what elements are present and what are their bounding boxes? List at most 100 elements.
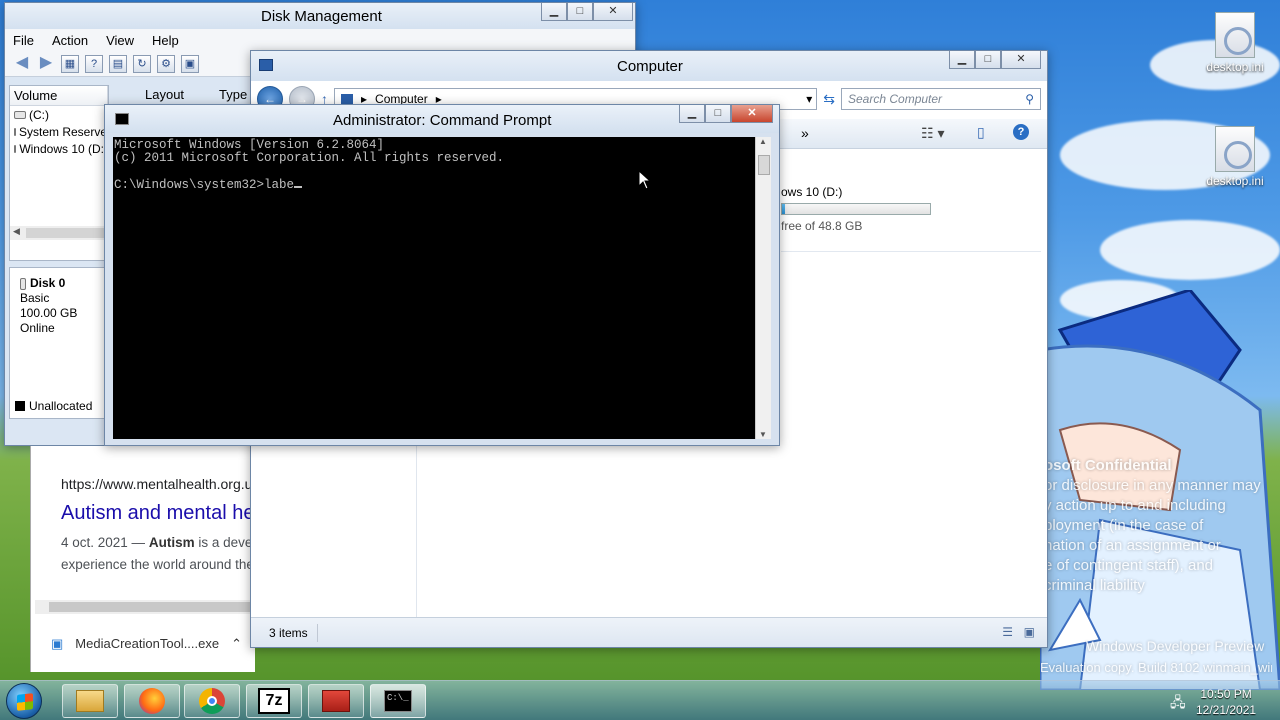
- scroll-down-icon[interactable]: ▼: [759, 430, 767, 439]
- column-header-volume[interactable]: Volume: [10, 86, 108, 105]
- refresh-icon[interactable]: ⇆: [823, 91, 835, 108]
- taskbar-7zip[interactable]: 7z: [246, 684, 302, 718]
- folder-icon: [76, 690, 104, 712]
- menu-view[interactable]: View: [106, 33, 134, 48]
- desktop-file-label: desktop.ini: [1206, 174, 1264, 188]
- menu-file[interactable]: File: [13, 33, 34, 48]
- computer-icon: [259, 59, 273, 71]
- vertical-scrollbar[interactable]: ▲ ▼: [755, 137, 771, 439]
- command-prompt-window[interactable]: Administrator: Command Prompt ▁ □ ✕ Micr…: [104, 104, 780, 446]
- preview-pane-icon[interactable]: ▯: [977, 124, 985, 141]
- legend: Unallocated: [15, 399, 92, 413]
- result-url[interactable]: https://www.mentalhealth.org.uk: [61, 476, 255, 492]
- drive-item[interactable]: ows 10 (D:) free of 48.8 GB: [781, 185, 1041, 233]
- network-icon[interactable]: 🖧: [1170, 692, 1186, 716]
- window-title: Disk Management: [261, 8, 382, 25]
- horizontal-scrollbar[interactable]: ◀: [10, 226, 108, 240]
- refresh-icon[interactable]: ↻: [133, 54, 151, 73]
- drive-usage-fill: [782, 204, 785, 214]
- window-title: Computer: [617, 58, 683, 75]
- browser-scrollbar[interactable]: [35, 600, 255, 614]
- taskbar-explorer[interactable]: [62, 684, 118, 718]
- group-divider: [781, 251, 1041, 252]
- taskbar: 7z C:\_ 🖧 10:50 PM 12/21/2021: [0, 680, 1280, 720]
- drive-icon: [14, 144, 17, 153]
- taskbar-firefox[interactable]: [124, 684, 180, 718]
- disk-info[interactable]: Disk 0 Basic 100.00 GB Online: [10, 268, 108, 336]
- watermark-line: Windows Developer Preview: [1086, 638, 1265, 654]
- minimize-button[interactable]: ▁: [679, 105, 705, 123]
- desktop-file-icon[interactable]: desktop.ini: [1200, 126, 1270, 188]
- desktop-file-icon[interactable]: desktop.ini: [1200, 12, 1270, 74]
- scroll-up-icon[interactable]: ▲: [759, 137, 767, 146]
- disk-icon[interactable]: ▣: [181, 54, 199, 73]
- confidential-line: y action up to and including: [1044, 497, 1226, 514]
- maximize-button[interactable]: □: [975, 51, 1001, 69]
- view-options-icon[interactable]: ☷ ▾: [921, 125, 944, 142]
- maximize-button[interactable]: □: [705, 105, 731, 123]
- taskbar-clock[interactable]: 10:50 PM 12/21/2021: [1196, 686, 1256, 718]
- volume-row[interactable]: Windows 10 (D:): [10, 140, 108, 157]
- taskbar-toolbox[interactable]: [308, 684, 364, 718]
- minimize-button[interactable]: ▁: [949, 51, 975, 69]
- close-button[interactable]: ✕: [731, 105, 773, 123]
- back-arrow-icon[interactable]: ◀: [13, 54, 31, 73]
- menu-action[interactable]: Action: [52, 33, 88, 48]
- more-commands-icon[interactable]: »: [801, 125, 809, 141]
- column-header-layout[interactable]: Layout: [145, 87, 219, 102]
- confidential-line: e of contingent staff), and: [1044, 557, 1214, 574]
- console-line: (c) 2011 Microsoft Corporation. All righ…: [114, 150, 505, 165]
- title-bar[interactable]: Disk Management ▁ □ ✕: [5, 3, 635, 29]
- prompt-line: C:\Windows\system32>labe: [114, 177, 754, 192]
- start-button[interactable]: [6, 683, 42, 719]
- search-icon[interactable]: ⚲: [1025, 92, 1034, 106]
- desktop-file-label: desktop.ini: [1206, 60, 1264, 74]
- download-item[interactable]: ▣ MediaCreationTool....exe ⌃: [51, 636, 242, 652]
- result-link[interactable]: Autism and mental health: [61, 502, 255, 525]
- download-file-icon: ▣: [51, 636, 64, 651]
- confidential-line: ployment (in the case of: [1044, 517, 1204, 534]
- close-button[interactable]: ✕: [593, 3, 633, 21]
- legend-label: Unallocated: [29, 399, 93, 413]
- properties-icon[interactable]: ▤: [109, 54, 127, 73]
- console-output[interactable]: Microsoft Windows [Version 6.2.8064] (c) …: [113, 137, 755, 439]
- console-icon[interactable]: ▦: [61, 54, 79, 73]
- close-button[interactable]: ✕: [1001, 51, 1041, 69]
- maximize-button[interactable]: □: [567, 3, 593, 21]
- help-icon[interactable]: ?: [85, 54, 103, 73]
- scroll-thumb[interactable]: [26, 228, 108, 238]
- details-view-icon[interactable]: ☰: [1002, 625, 1013, 639]
- volume-row[interactable]: (C:): [10, 106, 108, 123]
- minimize-button[interactable]: ▁: [541, 3, 567, 21]
- taskbar-chrome[interactable]: [184, 684, 240, 718]
- status-bar: 3 items ☰ ▣: [251, 617, 1047, 647]
- address-dropdown-icon[interactable]: ▾: [806, 92, 816, 106]
- title-bar[interactable]: Administrator: Command Prompt ▁ □ ✕: [105, 105, 779, 133]
- browser-window[interactable]: https://www.mentalhealth.org.uk Autism a…: [30, 446, 255, 672]
- disk-name: Disk 0: [30, 276, 66, 290]
- rescan-icon[interactable]: ⚙: [157, 54, 175, 73]
- help-icon[interactable]: ?: [1013, 124, 1029, 140]
- title-bar[interactable]: Computer ▁ □ ✕: [251, 51, 1047, 81]
- confidential-notice: osoft Confidential or disclosure in any …: [1044, 456, 1261, 596]
- search-input[interactable]: Search Computer ⚲: [841, 88, 1041, 110]
- drive-label: ows 10 (D:): [781, 185, 843, 199]
- volume-row[interactable]: System Reserved: [10, 123, 108, 140]
- large-icons-view-icon[interactable]: ▣: [1024, 625, 1035, 639]
- caption-buttons: ▁ □ ✕: [949, 51, 1041, 69]
- forward-arrow-icon[interactable]: ▶: [37, 54, 55, 73]
- result-snippet-2: experience the world around them: [61, 557, 255, 572]
- disk-kind: Basic: [20, 291, 50, 305]
- chevron-up-icon[interactable]: ⌃: [231, 636, 242, 652]
- volume-list: Volume (C:) System Reserved Windows 10 (…: [9, 85, 109, 261]
- menu-help[interactable]: Help: [152, 33, 179, 48]
- taskbar-command-prompt[interactable]: C:\_: [370, 684, 426, 718]
- scroll-thumb[interactable]: [758, 155, 770, 175]
- text-cursor: [294, 177, 303, 188]
- column-header-type[interactable]: Type: [219, 87, 247, 102]
- scroll-thumb[interactable]: [49, 602, 255, 612]
- volume-name: System Reserved: [19, 124, 108, 139]
- scroll-left-icon[interactable]: ◀: [13, 226, 20, 237]
- drive-icon: [14, 127, 16, 136]
- console-line: Microsoft Windows [Version 6.2.8064]: [114, 138, 385, 152]
